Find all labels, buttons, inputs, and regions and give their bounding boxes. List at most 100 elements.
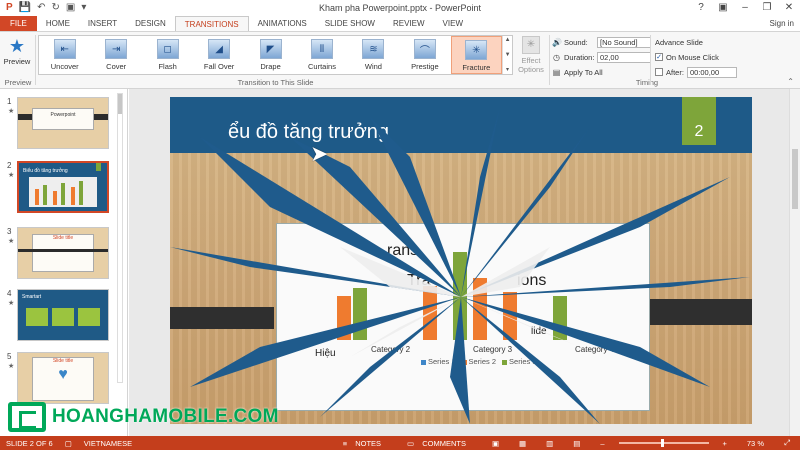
- transition-drape[interactable]: ◤ Drape: [245, 36, 296, 74]
- zoom-out-icon[interactable]: –: [594, 439, 610, 448]
- help-icon[interactable]: ?: [690, 0, 712, 16]
- slide-thumbnail-3[interactable]: 3 ★ Slide title: [4, 227, 124, 287]
- language-indicator[interactable]: VIETNAMESE: [78, 439, 138, 448]
- duration-icon: ◷: [553, 52, 560, 62]
- fracture-effect: [170, 107, 750, 424]
- fracture-icon: ✳: [465, 40, 488, 60]
- collapse-ribbon-icon[interactable]: ⌃: [787, 77, 794, 86]
- status-bar: SLIDE 2 OF 6 ▢ VIETNAMESE ≡ NOTES ▭ COMM…: [0, 436, 800, 450]
- tab-review[interactable]: REVIEW: [384, 16, 434, 31]
- zoom-slider[interactable]: [618, 439, 709, 447]
- transition-gallery: ⇤ Uncover ⇥ Cover ◻ Flash ◢ Fall Over ◤ Drape…: [38, 35, 513, 75]
- customize-qat-icon[interactable]: ▾: [81, 0, 86, 16]
- tab-home[interactable]: HOME: [37, 16, 79, 31]
- watermark: HOANGHAMOBILE.COM: [8, 402, 279, 432]
- effect-options-icon: ✳: [522, 36, 540, 54]
- start-from-beginning-icon[interactable]: ▣: [66, 0, 75, 16]
- gallery-scroll[interactable]: ▲ ▼ ▾: [502, 36, 512, 74]
- thumbnail-scrollbar[interactable]: [117, 93, 123, 383]
- title-bar: P 💾 ↶ ↻ ▣ ▾ Kham pha Powerpoint.pptx - P…: [0, 0, 800, 16]
- close-icon[interactable]: ✕: [778, 0, 800, 16]
- shard: [461, 107, 500, 297]
- timing-group: 🔊 Sound: [No Sound] ◷ Duration: 02,00 ▤ …: [552, 35, 652, 80]
- duration-field[interactable]: 02,00: [597, 51, 651, 63]
- save-icon[interactable]: 💾: [19, 0, 31, 16]
- slide-thumbnail-2[interactable]: 2 ★ Biểu đồ tăng trưởng: [4, 161, 124, 221]
- preview-label: Preview: [3, 57, 31, 66]
- timing-group-label: Timing: [635, 78, 659, 87]
- shard: [461, 297, 600, 424]
- sound-icon: 🔊: [552, 37, 562, 47]
- after-checkbox[interactable]: [655, 68, 663, 76]
- transition-wind[interactable]: ≋ Wind: [348, 36, 399, 74]
- transition-group-label: Transition to This Slide: [237, 78, 314, 87]
- zoom-in-icon[interactable]: +: [717, 439, 733, 448]
- window-title: Kham pha Powerpoint.pptx - PowerPoint: [318, 3, 482, 13]
- uncover-icon: ⇤: [53, 39, 76, 59]
- normal-view-icon[interactable]: ▣: [486, 439, 505, 448]
- tab-design[interactable]: DESIGN: [126, 16, 175, 31]
- quick-access-toolbar: P 💾 ↶ ↻ ▣ ▾: [0, 0, 86, 16]
- preview-button[interactable]: ★ Preview: [3, 35, 31, 77]
- transition-curtains[interactable]: ⫴ Curtains: [296, 36, 347, 74]
- shard: [461, 297, 710, 387]
- preview-group-label: Preview: [4, 78, 32, 87]
- heart-icon: ♥: [58, 366, 68, 383]
- watermark-logo: [8, 402, 46, 432]
- shard: [450, 297, 470, 424]
- curtains-icon: ⫴: [310, 39, 333, 59]
- tab-file[interactable]: FILE: [0, 16, 37, 31]
- slide-sorter-icon[interactable]: ▦: [513, 439, 532, 448]
- tab-transitions[interactable]: TRANSITIONS: [174, 16, 249, 31]
- apply-to-all-button[interactable]: ▤ Apply To All: [552, 65, 652, 79]
- transition-fracture[interactable]: ✳ Fracture: [450, 36, 503, 74]
- transition-cover[interactable]: ⇥ Cover: [90, 36, 141, 74]
- transition-prestige[interactable]: ⌒ Prestige: [399, 36, 450, 74]
- ribbon: ★ Preview Preview ⇤ Uncover ⇥ Cover ◻ Flash…: [0, 31, 800, 89]
- tab-animations[interactable]: ANIMATIONS: [249, 16, 316, 31]
- preview-star-icon: ★: [8, 36, 26, 56]
- shard: [461, 297, 580, 347]
- effect-options-button[interactable]: ✳ Effect Options: [514, 35, 548, 77]
- current-slide[interactable]: 2 ểu đồ tăng trưởng rans Tra ions Hiệu l…: [170, 97, 752, 424]
- zoom-level[interactable]: 73 %: [741, 439, 770, 448]
- slide-edit-area: 2 ểu đồ tăng trưởng rans Tra ions Hiệu l…: [129, 89, 800, 436]
- tab-view[interactable]: VIEW: [434, 16, 472, 31]
- fall-over-icon: ◢: [208, 39, 231, 59]
- gallery-more-icon[interactable]: ▾: [506, 66, 509, 73]
- slide-thumbnail-4[interactable]: 4 ★ Smartart: [4, 289, 124, 349]
- undo-icon[interactable]: ↶: [37, 0, 45, 16]
- ribbon-tabs: FILE HOME INSERT DESIGN TRANSITIONS ANIM…: [0, 16, 800, 31]
- transition-uncover[interactable]: ⇤ Uncover: [39, 36, 90, 74]
- apply-all-icon: ▤: [552, 67, 561, 77]
- slide-thumbnail-panel: 1 ★ Powerpoint 2 ★ Biểu đồ tăng trưởng 3…: [0, 89, 128, 436]
- cover-icon: ⇥: [105, 39, 128, 59]
- after-time-field[interactable]: 00:00,00: [686, 66, 737, 78]
- sign-in-link[interactable]: Sign in: [770, 16, 794, 31]
- wind-icon: ≋: [362, 39, 385, 59]
- slideshow-icon[interactable]: ▤: [567, 439, 586, 448]
- tab-slide-show[interactable]: SLIDE SHOW: [316, 16, 384, 31]
- gallery-up-icon[interactable]: ▲: [505, 37, 511, 43]
- on-mouse-click-checkbox[interactable]: ✓: [655, 53, 663, 61]
- flash-icon: ◻: [156, 39, 179, 59]
- slide-count: SLIDE 2 OF 6: [6, 438, 53, 448]
- comments-button[interactable]: ▭ COMMENTS: [401, 439, 478, 448]
- tab-insert[interactable]: INSERT: [79, 16, 126, 31]
- reading-view-icon[interactable]: ▥: [540, 439, 559, 448]
- minimize-icon[interactable]: –: [734, 0, 756, 16]
- fit-slide-icon[interactable]: ⤢: [778, 438, 796, 448]
- edit-area-scrollbar[interactable]: [789, 89, 800, 436]
- sound-select[interactable]: [No Sound]: [597, 36, 651, 48]
- redo-icon[interactable]: ↻: [52, 0, 60, 16]
- gallery-down-icon[interactable]: ▼: [505, 52, 511, 58]
- transition-flash[interactable]: ◻ Flash: [142, 36, 193, 74]
- ribbon-display-icon[interactable]: ▣: [712, 0, 734, 16]
- drape-icon: ◤: [259, 39, 282, 59]
- notes-button[interactable]: ≡ NOTES: [337, 439, 393, 448]
- slide-thumbnail-1[interactable]: 1 ★ Powerpoint: [4, 97, 124, 157]
- mouse-pointer-icon: ➤: [310, 141, 329, 166]
- restore-icon[interactable]: ❐: [756, 0, 778, 16]
- transition-fall-over[interactable]: ◢ Fall Over: [193, 36, 244, 74]
- proofing-icon[interactable]: ▢: [59, 439, 78, 448]
